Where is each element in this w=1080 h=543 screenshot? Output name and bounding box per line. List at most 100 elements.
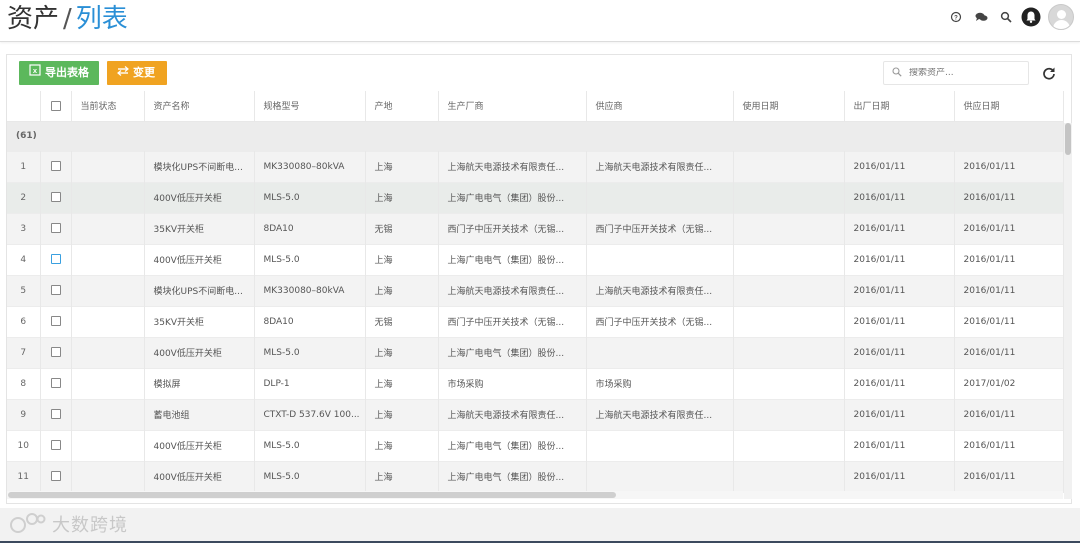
horizontal-scrollbar[interactable] — [7, 491, 1063, 499]
cell-status — [71, 461, 145, 492]
row-select-cell — [40, 213, 72, 244]
table-row[interactable]: 1 模块化UPS不间断电... MK330080–80kVA 上海 上海航天电源技术有限… — [7, 151, 1064, 182]
cell-use-date — [733, 461, 845, 492]
row-select-cell — [40, 337, 72, 368]
cell-status — [71, 430, 145, 461]
search-icon[interactable] — [995, 6, 1017, 28]
cell-supply-date: 2016/01/11 — [954, 244, 1064, 275]
user-avatar[interactable] — [1048, 4, 1074, 30]
row-select-cell — [40, 368, 72, 399]
column-header-origin[interactable]: 产地 — [365, 91, 439, 122]
cell-supply-date: 2016/01/11 — [954, 337, 1064, 368]
cell-supply-date: 2017/01/02 — [954, 368, 1064, 399]
column-header-model[interactable]: 规格型号 — [254, 91, 366, 122]
cell-asset-name: 模块化UPS不间断电... — [144, 151, 255, 182]
cell-model: DLP-1 — [254, 368, 366, 399]
group-row[interactable]: (61) — [7, 121, 1064, 151]
cell-status — [71, 368, 145, 399]
column-header-use-date[interactable]: 使用日期 — [733, 91, 845, 122]
export-table-button[interactable]: x 导出表格 — [19, 61, 99, 85]
row-checkbox[interactable] — [50, 347, 61, 358]
table-row[interactable]: 6 35KV开关柜 8DA10 无锡 西门子中压开关技术（无锡... 西门子中压开关技术（… — [7, 306, 1064, 337]
table-row[interactable]: 9 蓄电池组 CTXT-D 537.6V 100... 上海 上海航天电源技术有限责任.… — [7, 399, 1064, 430]
cell-supplier: 西门子中压开关技术（无锡... — [586, 213, 734, 244]
help-icon[interactable]: ? — [945, 6, 967, 28]
cell-factory-date: 2016/01/11 — [844, 275, 955, 306]
row-number: 6 — [7, 306, 41, 337]
cell-asset-name: 400V低压开关柜 — [144, 430, 255, 461]
column-header-factory-date[interactable]: 出厂日期 — [844, 91, 955, 122]
table-row[interactable]: 11 400V低压开关柜 MLS-5.0 上海 上海广电电气（集团）股份... 2016/… — [7, 461, 1064, 492]
cell-asset-name: 35KV开关柜 — [144, 213, 255, 244]
horizontal-scroll-thumb[interactable] — [8, 492, 616, 498]
table-row[interactable]: 2 400V低压开关柜 MLS-5.0 上海 上海广电电气（集团）股份... 2016/0… — [7, 182, 1064, 213]
row-checkbox[interactable] — [50, 285, 61, 296]
table-row[interactable]: 7 400V低压开关柜 MLS-5.0 上海 上海广电电气（集团）股份... 2016/0… — [7, 337, 1064, 368]
row-select-cell — [40, 306, 72, 337]
column-header-status[interactable]: 当前状态 — [71, 91, 145, 122]
vertical-scroll-thumb[interactable] — [1065, 123, 1071, 155]
row-checkbox[interactable] — [50, 192, 61, 203]
cell-manufacturer: 上海广电电气（集团）股份... — [438, 430, 587, 461]
cell-origin: 上海 — [365, 182, 439, 213]
watermark: 大数跨境 — [8, 511, 128, 537]
column-header-supplier[interactable]: 供应商 — [586, 91, 734, 122]
group-count: (61) — [7, 121, 1064, 151]
page-title: 资产 / 列表 — [7, 4, 128, 34]
asset-table: 当前状态 资产名称 规格型号 产地 生产厂商 供应商 使用日期 出厂日期 供应日… — [7, 91, 1064, 493]
row-checkbox[interactable] — [50, 378, 61, 389]
select-all-header — [40, 91, 72, 122]
refresh-icon[interactable] — [1039, 63, 1059, 83]
row-checkbox[interactable] — [50, 316, 61, 327]
table-row[interactable]: 8 模拟屏 DLP-1 上海 市场采购 市场采购 2016/01/11 2017/01/02 — [7, 368, 1064, 399]
cell-model: MLS-5.0 — [254, 182, 366, 213]
table-row[interactable]: 5 模块化UPS不间断电... MK330080–80kVA 上海 上海航天电源技术有限… — [7, 275, 1064, 306]
vertical-scrollbar[interactable] — [1064, 123, 1072, 499]
row-checkbox[interactable] — [50, 471, 61, 482]
chat-icon[interactable] — [970, 6, 992, 28]
row-select-cell — [40, 275, 72, 306]
cell-factory-date: 2016/01/11 — [844, 244, 955, 275]
row-checkbox[interactable] — [50, 440, 61, 451]
row-checkbox[interactable] — [50, 223, 61, 234]
cell-status — [71, 337, 145, 368]
cell-factory-date: 2016/01/11 — [844, 182, 955, 213]
column-header-manufacturer[interactable]: 生产厂商 — [438, 91, 587, 122]
cell-model: CTXT-D 537.6V 100... — [254, 399, 366, 430]
row-checkbox[interactable] — [50, 254, 61, 265]
cell-use-date — [733, 213, 845, 244]
cell-status — [71, 399, 145, 430]
cell-factory-date: 2016/01/11 — [844, 337, 955, 368]
select-all-checkbox[interactable] — [50, 100, 61, 111]
cell-origin: 无锡 — [365, 213, 439, 244]
cell-asset-name: 400V低压开关柜 — [144, 182, 255, 213]
table-row[interactable]: 3 35KV开关柜 8DA10 无锡 西门子中压开关技术（无锡... 西门子中压开关技术（… — [7, 213, 1064, 244]
breadcrumb-root[interactable]: 资产 — [7, 4, 59, 34]
row-checkbox[interactable] — [50, 409, 61, 420]
cell-origin: 上海 — [365, 151, 439, 182]
cell-use-date — [733, 337, 845, 368]
column-header-name[interactable]: 资产名称 — [144, 91, 255, 122]
change-button[interactable]: 变更 — [107, 61, 167, 85]
cell-model: MLS-5.0 — [254, 244, 366, 275]
row-select-cell — [40, 430, 72, 461]
cell-supplier — [586, 461, 734, 492]
breadcrumb-separator: / — [63, 4, 72, 34]
cell-manufacturer: 上海航天电源技术有限责任... — [438, 151, 587, 182]
cell-supply-date: 2016/01/11 — [954, 399, 1064, 430]
row-checkbox[interactable] — [50, 161, 61, 172]
table-row[interactable]: 10 400V低压开关柜 MLS-5.0 上海 上海广电电气（集团）股份... 2016/… — [7, 430, 1064, 461]
column-header-supply-date[interactable]: 供应日期 — [954, 91, 1064, 122]
header-actions: ? — [942, 4, 1074, 30]
row-select-cell — [40, 244, 72, 275]
cell-model: MLS-5.0 — [254, 461, 366, 492]
search-input[interactable] — [909, 68, 1019, 78]
row-select-cell — [40, 399, 72, 430]
cell-supply-date: 2016/01/11 — [954, 275, 1064, 306]
cell-factory-date: 2016/01/11 — [844, 399, 955, 430]
row-number: 5 — [7, 275, 41, 306]
cell-asset-name: 模块化UPS不间断电... — [144, 275, 255, 306]
notification-icon[interactable] — [1020, 6, 1042, 28]
cell-supplier — [586, 244, 734, 275]
table-row[interactable]: 4 400V低压开关柜 MLS-5.0 上海 上海广电电气（集团）股份... 2016/0… — [7, 244, 1064, 275]
